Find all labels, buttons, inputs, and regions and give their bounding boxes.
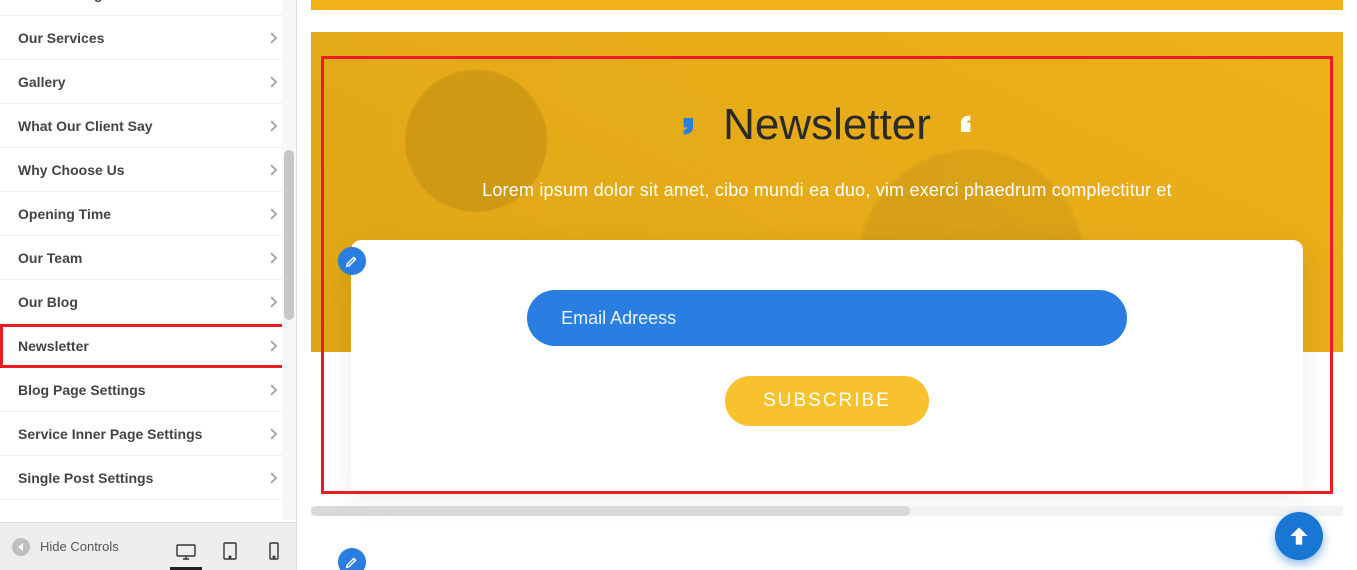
newsletter-subtitle: Lorem ipsum dolor sit amet, cibo mundi e… <box>311 180 1343 201</box>
quote-left-icon <box>679 111 707 139</box>
sidebar-item-single-post-settings[interactable]: Single Post Settings <box>0 456 296 500</box>
chevron-right-icon <box>268 251 278 265</box>
sidebar-item-our-services[interactable]: Our Services <box>0 16 296 60</box>
chevron-right-icon <box>268 0 278 1</box>
sidebar-item-service-inner-page-settings[interactable]: Service Inner Page Settings <box>0 412 296 456</box>
sidebar-item-label: Our Working Process <box>18 0 161 2</box>
sidebar-item-what-our-client-say[interactable]: What Our Client Say <box>0 104 296 148</box>
edit-section-button[interactable] <box>338 247 366 275</box>
sidebar-item-why-choose-us[interactable]: Why Choose Us <box>0 148 296 192</box>
sidebar-item-label: What Our Client Say <box>18 118 153 134</box>
sidebar-footer: Hide Controls <box>0 522 296 570</box>
sidebar-scrollbar-thumb[interactable] <box>284 150 294 320</box>
newsletter-title: Newsletter <box>723 100 931 150</box>
collapse-icon <box>12 538 30 556</box>
chevron-right-icon <box>268 75 278 89</box>
chevron-right-icon <box>268 163 278 177</box>
sidebar-list: Our Working Process Our Services Gallery Wh… <box>0 0 296 500</box>
preview-pane[interactable]: Newsletter Lorem ipsum dolor sit amet, c… <box>297 0 1357 570</box>
quote-right-icon <box>947 111 975 139</box>
top-accent-bar <box>311 0 1343 10</box>
subscribe-button[interactable]: SUBSCRIBE <box>725 376 929 426</box>
newsletter-title-row: Newsletter <box>311 100 1343 150</box>
sidebar-item-gallery[interactable]: Gallery <box>0 60 296 104</box>
chevron-right-icon <box>268 295 278 309</box>
sidebar-item-our-working-process[interactable]: Our Working Process <box>0 0 296 16</box>
sidebar-item-label: Opening Time <box>18 206 111 222</box>
chevron-right-icon <box>268 31 278 45</box>
device-mobile-button[interactable] <box>264 534 284 560</box>
chevron-right-icon <box>268 119 278 133</box>
sidebar-item-label: Our Team <box>18 250 82 266</box>
device-tablet-button[interactable] <box>220 534 240 560</box>
sidebar-item-label: Our Blog <box>18 294 78 310</box>
sidebar-item-our-team[interactable]: Our Team <box>0 236 296 280</box>
sidebar-item-label: Service Inner Page Settings <box>18 426 202 442</box>
sidebar-item-label: Our Services <box>18 30 104 46</box>
scroll-to-top-button[interactable] <box>1275 512 1323 560</box>
sidebar-item-blog-page-settings[interactable]: Blog Page Settings <box>0 368 296 412</box>
edit-section-button-2[interactable] <box>338 548 366 570</box>
device-desktop-button[interactable] <box>176 534 196 560</box>
app-root: Our Working Process Our Services Gallery Wh… <box>0 0 1357 570</box>
sidebar-item-label: Why Choose Us <box>18 162 125 178</box>
chevron-right-icon <box>268 427 278 441</box>
preview-h-scrollbar-thumb[interactable] <box>311 506 910 516</box>
sidebar-item-opening-time[interactable]: Opening Time <box>0 192 296 236</box>
chevron-right-icon <box>268 207 278 221</box>
sidebar-item-our-blog[interactable]: Our Blog <box>0 280 296 324</box>
newsletter-card-inner: SUBSCRIBE <box>351 290 1303 426</box>
sidebar-scroll[interactable]: Our Working Process Our Services Gallery Wh… <box>0 0 296 522</box>
sidebar-item-newsletter[interactable]: Newsletter <box>0 324 296 368</box>
hide-controls-button[interactable]: Hide Controls <box>12 538 119 556</box>
customizer-sidebar: Our Working Process Our Services Gallery Wh… <box>0 0 297 570</box>
chevron-right-icon <box>268 471 278 485</box>
device-switcher <box>176 534 284 560</box>
sidebar-item-label: Blog Page Settings <box>18 382 146 398</box>
preview-h-scrollbar[interactable] <box>311 506 1343 516</box>
sidebar-item-label: Gallery <box>18 74 65 90</box>
newsletter-card: SUBSCRIBE <box>351 240 1303 492</box>
preview-inner: Newsletter Lorem ipsum dolor sit amet, c… <box>311 0 1343 570</box>
chevron-right-icon <box>268 339 278 353</box>
sidebar-item-label: Single Post Settings <box>18 470 153 486</box>
sidebar-scrollbar[interactable] <box>282 0 296 520</box>
sidebar-item-label: Newsletter <box>18 338 89 354</box>
hide-controls-label: Hide Controls <box>40 539 119 554</box>
spacer <box>311 10 1343 32</box>
chevron-right-icon <box>268 383 278 397</box>
email-field[interactable] <box>527 290 1127 346</box>
